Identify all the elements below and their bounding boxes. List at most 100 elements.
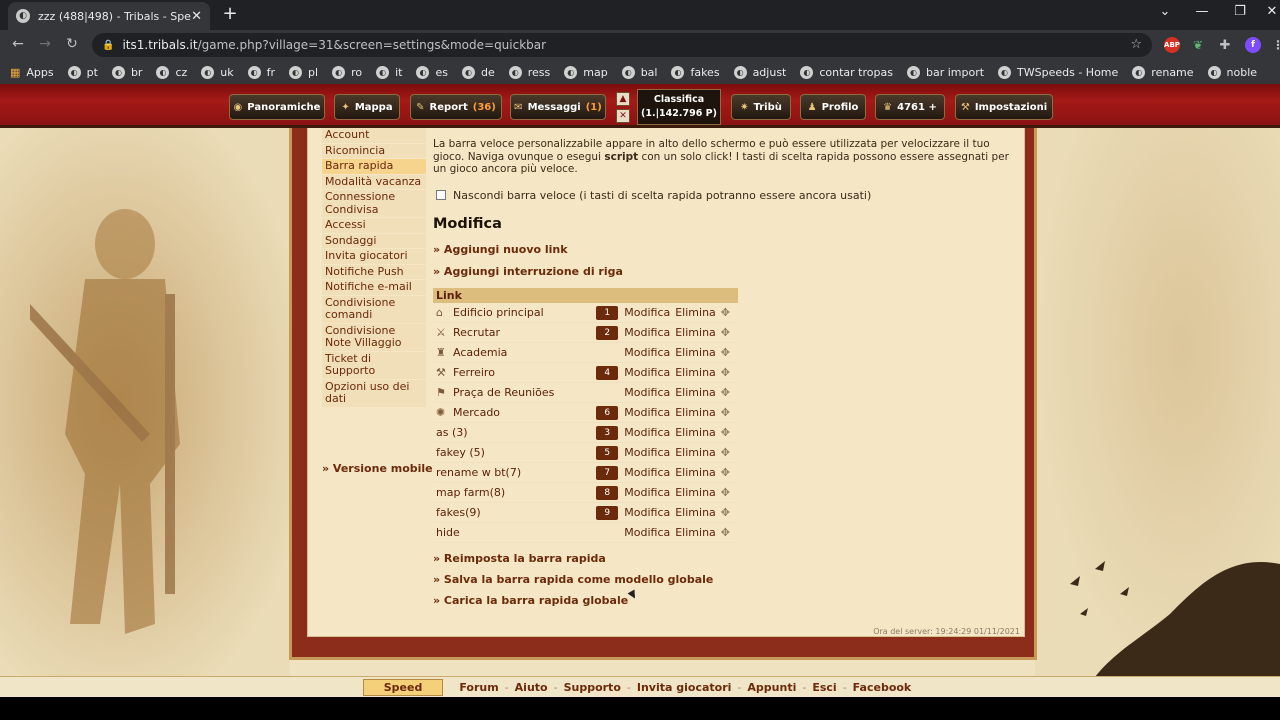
footer-link[interactable]: Forum bbox=[459, 681, 498, 694]
settings-menu-item[interactable]: Accessi bbox=[322, 218, 426, 234]
reload-icon[interactable]: ↻ bbox=[63, 36, 81, 52]
close-window-icon[interactable]: ✕ bbox=[1262, 4, 1280, 19]
profile-avatar[interactable]: f bbox=[1245, 37, 1261, 53]
delete-link-button[interactable]: Elimina bbox=[675, 466, 716, 479]
edit-link-button[interactable]: Modifica bbox=[624, 306, 670, 319]
delete-link-button[interactable]: Elimina bbox=[675, 386, 716, 399]
add-line-break-button[interactable]: » Aggiungi interruzione di riga bbox=[433, 265, 1018, 278]
bookmark-2[interactable]: ◐ br bbox=[111, 65, 142, 79]
footer-link[interactable]: Invita giocatori bbox=[637, 681, 732, 694]
world-speed-badge[interactable]: Speed bbox=[362, 678, 444, 696]
footer-link[interactable]: Supporto bbox=[564, 681, 621, 694]
load-global-quickbar-button[interactable]: » Carica la barra rapida globale bbox=[433, 594, 1018, 607]
drag-handle-icon[interactable]: ✥ bbox=[721, 366, 730, 379]
delete-link-button[interactable]: Elimina bbox=[675, 306, 716, 319]
drag-handle-icon[interactable]: ✥ bbox=[721, 446, 730, 459]
bookmark-1[interactable]: ◐ pt bbox=[67, 65, 98, 79]
settings-menu-item[interactable]: Modalità vacanza bbox=[322, 174, 426, 190]
save-global-template-button[interactable]: » Salva la barra rapida come modello glo… bbox=[433, 573, 1018, 586]
bookmark-15[interactable]: ◐ adjust bbox=[733, 65, 786, 79]
settings-menu-item[interactable]: Account bbox=[322, 128, 426, 144]
nav-impostazioni[interactable]: ⚒ Impostazioni bbox=[955, 94, 1053, 120]
drag-handle-icon[interactable]: ✥ bbox=[721, 506, 730, 519]
edit-link-button[interactable]: Modifica bbox=[624, 326, 670, 339]
footer-link[interactable]: Esci bbox=[812, 681, 836, 694]
restore-icon[interactable]: ❐ bbox=[1230, 4, 1250, 19]
edit-link-button[interactable]: Modifica bbox=[624, 486, 670, 499]
drag-handle-icon[interactable]: ✥ bbox=[721, 466, 730, 479]
bookmark-5[interactable]: ◐ fr bbox=[247, 65, 275, 79]
drag-handle-icon[interactable]: ✥ bbox=[721, 386, 730, 399]
address-bar[interactable]: 🔒 its1.tribals.it/game.php?village=31&sc… bbox=[92, 33, 1152, 57]
nav-profilo[interactable]: ♟ Profilo bbox=[800, 94, 866, 120]
nav-premium-points[interactable]: ♛ 4761 + bbox=[875, 94, 945, 120]
nav-panoramiche[interactable]: ◉ Panoramiche bbox=[229, 94, 325, 120]
bookmark-9[interactable]: ◐ es bbox=[416, 65, 448, 79]
drag-handle-icon[interactable]: ✥ bbox=[721, 406, 730, 419]
browser-tab[interactable]: ◐ zzz (488|498) - Tribals - Speed ✕ bbox=[8, 2, 210, 30]
bookmark-star-icon[interactable]: ☆ bbox=[1130, 37, 1142, 52]
bookmark-8[interactable]: ◐ it bbox=[376, 65, 402, 79]
delete-link-button[interactable]: Elimina bbox=[675, 486, 716, 499]
footer-link[interactable]: Appunti bbox=[747, 681, 796, 694]
settings-menu-item[interactable]: Connessione Condivisa bbox=[322, 190, 426, 218]
tab-search-icon[interactable]: ⌄ bbox=[1155, 4, 1175, 19]
settings-menu-item[interactable]: Ticket di Supporto bbox=[322, 351, 426, 380]
bookmark-18[interactable]: ◐ TWSpeeds - Home bbox=[998, 65, 1118, 79]
nav-classifica[interactable]: Classifica (1.|142.796 P) bbox=[637, 89, 721, 125]
nav-messaggi[interactable]: ✉ Messaggi (1) bbox=[510, 94, 606, 120]
footer-link[interactable]: Facebook bbox=[853, 681, 912, 694]
drag-handle-icon[interactable]: ✥ bbox=[721, 486, 730, 499]
delete-link-button[interactable]: Elimina bbox=[675, 506, 716, 519]
toggle-notify-icon[interactable]: ✕ bbox=[616, 109, 630, 123]
close-tab-icon[interactable]: ✕ bbox=[191, 9, 202, 24]
settings-menu-item[interactable]: Condivisione Note Villaggio bbox=[322, 323, 426, 352]
settings-menu-item[interactable]: Invita giocatori bbox=[322, 249, 426, 265]
bookmark-11[interactable]: ◐ ress bbox=[508, 65, 550, 79]
delete-link-button[interactable]: Elimina bbox=[675, 346, 716, 359]
drag-handle-icon[interactable]: ✥ bbox=[721, 306, 730, 319]
edit-link-button[interactable]: Modifica bbox=[624, 506, 670, 519]
back-icon[interactable]: ← bbox=[9, 36, 27, 52]
bookmark-16[interactable]: ◐ contar tropas bbox=[800, 65, 893, 79]
settings-menu-item[interactable]: Notifiche Push bbox=[322, 264, 426, 280]
edit-link-button[interactable]: Modifica bbox=[624, 526, 670, 539]
bookmark-14[interactable]: ◐ fakes bbox=[671, 65, 720, 79]
bookmark-0[interactable]: ▦ Apps bbox=[10, 66, 54, 79]
hide-quickbar-checkbox[interactable] bbox=[436, 190, 446, 200]
delete-link-button[interactable]: Elimina bbox=[675, 326, 716, 339]
nav-report[interactable]: ✎ Report (36) bbox=[410, 94, 502, 120]
edit-link-button[interactable]: Modifica bbox=[624, 346, 670, 359]
settings-menu-item[interactable]: Opzioni uso dei dati bbox=[322, 379, 426, 408]
bookmark-6[interactable]: ◐ pl bbox=[289, 65, 318, 79]
drag-handle-icon[interactable]: ✥ bbox=[721, 426, 730, 439]
mobile-version-link[interactable]: » Versione mobile bbox=[322, 462, 433, 475]
settings-menu-item[interactable]: Sondaggi bbox=[322, 233, 426, 249]
settings-menu-item[interactable]: Barra rapida bbox=[322, 159, 426, 175]
add-link-button[interactable]: » Aggiungi nuovo link bbox=[433, 243, 1018, 256]
delete-link-button[interactable]: Elimina bbox=[675, 426, 716, 439]
settings-menu-item[interactable]: Ricomincia bbox=[322, 143, 426, 159]
delete-link-button[interactable]: Elimina bbox=[675, 366, 716, 379]
new-tab-icon[interactable]: + bbox=[220, 4, 240, 24]
drag-handle-icon[interactable]: ✥ bbox=[721, 526, 730, 539]
settings-menu-item[interactable]: Condivisione comandi bbox=[322, 295, 426, 324]
bookmark-10[interactable]: ◐ de bbox=[461, 65, 495, 79]
edit-link-button[interactable]: Modifica bbox=[624, 466, 670, 479]
edit-link-button[interactable]: Modifica bbox=[624, 406, 670, 419]
bookmark-13[interactable]: ◐ bal bbox=[621, 65, 657, 79]
bookmark-3[interactable]: ◐ cz bbox=[156, 65, 187, 79]
settings-menu-item[interactable]: Notifiche e-mail bbox=[322, 280, 426, 296]
footer-link[interactable]: Aiuto bbox=[515, 681, 548, 694]
edit-link-button[interactable]: Modifica bbox=[624, 446, 670, 459]
bookmark-4[interactable]: ◐ uk bbox=[201, 65, 234, 79]
edit-link-button[interactable]: Modifica bbox=[624, 366, 670, 379]
delete-link-button[interactable]: Elimina bbox=[675, 446, 716, 459]
forward-icon[interactable]: → bbox=[36, 36, 54, 52]
bookmark-20[interactable]: ◐ noble bbox=[1207, 65, 1257, 79]
bookmark-17[interactable]: ◐ bar import bbox=[906, 65, 984, 79]
extensions-puzzle-icon[interactable]: ✚ bbox=[1217, 37, 1233, 53]
nav-mappa[interactable]: ✦ Mappa bbox=[334, 94, 400, 120]
delete-link-button[interactable]: Elimina bbox=[675, 406, 716, 419]
plant-extension-icon[interactable]: ❦ bbox=[1190, 37, 1206, 53]
